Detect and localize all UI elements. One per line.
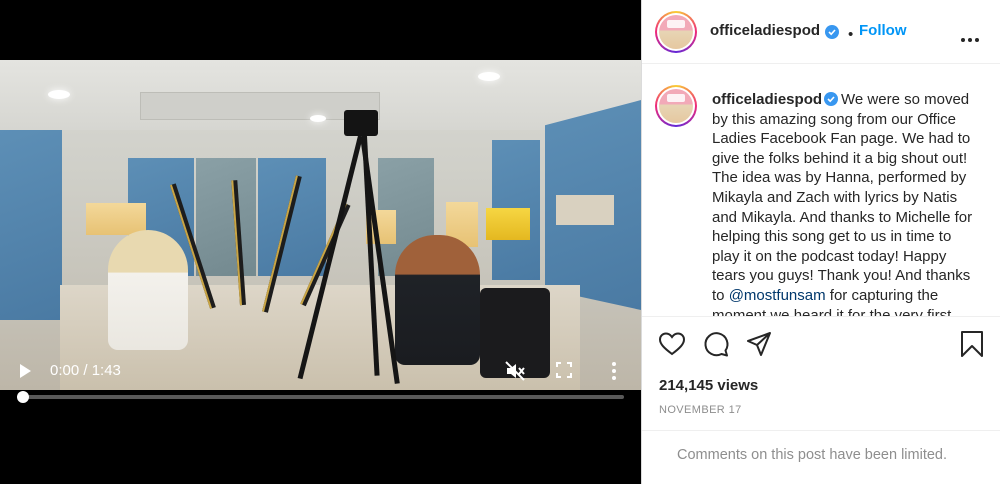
bookmark-icon[interactable] (958, 330, 986, 358)
avatar-ring (657, 87, 695, 125)
scene-wall-panel (0, 130, 62, 320)
more-horizontal-icon[interactable] (960, 30, 980, 42)
video-player[interactable]: 0:00 / 1:43 (0, 0, 641, 484)
view-count[interactable]: 214,145 views (659, 377, 758, 394)
caption-mention-link[interactable]: @mostfunsam (729, 287, 826, 304)
more-vertical-icon[interactable] (610, 361, 618, 381)
comments-limited-notice: Comments on this post have been limited. (677, 447, 947, 463)
scene-light (48, 90, 70, 99)
scene-sign (556, 195, 614, 225)
scene-person (395, 235, 480, 365)
heart-icon[interactable] (658, 330, 686, 358)
post-panel: officeladiespod • Follow officeladiespod… (641, 0, 1000, 484)
post-actions (642, 330, 1000, 362)
caption-avatar[interactable] (655, 85, 697, 127)
scene-person (108, 230, 188, 350)
video-frame[interactable] (0, 60, 641, 390)
comment-icon[interactable] (702, 330, 730, 358)
follow-button[interactable]: Follow (859, 22, 907, 39)
scene-light (478, 72, 500, 81)
post-date[interactable]: NOVEMBER 17 (659, 404, 742, 416)
separator-dot: • (848, 26, 854, 43)
verified-icon (824, 92, 839, 106)
share-icon[interactable] (745, 330, 773, 358)
scene-lamp (486, 208, 530, 240)
scene-camera (344, 110, 378, 136)
video-time: 0:00 / 1:43 (50, 362, 121, 379)
avatar-ring (657, 13, 695, 51)
avatar[interactable] (655, 11, 697, 53)
video-progress-bar[interactable] (17, 391, 624, 403)
video-progress-thumb[interactable] (17, 391, 29, 403)
fullscreen-icon[interactable] (556, 362, 572, 378)
header-username[interactable]: officeladiespod (710, 22, 820, 39)
verified-icon (825, 25, 839, 39)
scene-lamp (86, 203, 146, 235)
scene-wall-panel (196, 158, 256, 276)
caption-username[interactable]: officeladiespod (712, 91, 822, 108)
comments-section: Comments on this post have been limited. (642, 430, 1000, 484)
caption-text: We were so moved by this amazing song fr… (712, 91, 973, 304)
mute-icon[interactable] (504, 360, 526, 382)
post-header: officeladiespod • Follow (642, 0, 1000, 64)
scene-wall-panel (258, 158, 326, 276)
avatar-image (659, 15, 693, 49)
post-caption: officeladiespod We were so moved by this … (712, 90, 982, 316)
scene-light (310, 115, 326, 122)
play-icon[interactable] (20, 364, 31, 378)
caption-area: officeladiespod We were so moved by this … (642, 65, 1000, 317)
avatar-image (659, 89, 693, 123)
